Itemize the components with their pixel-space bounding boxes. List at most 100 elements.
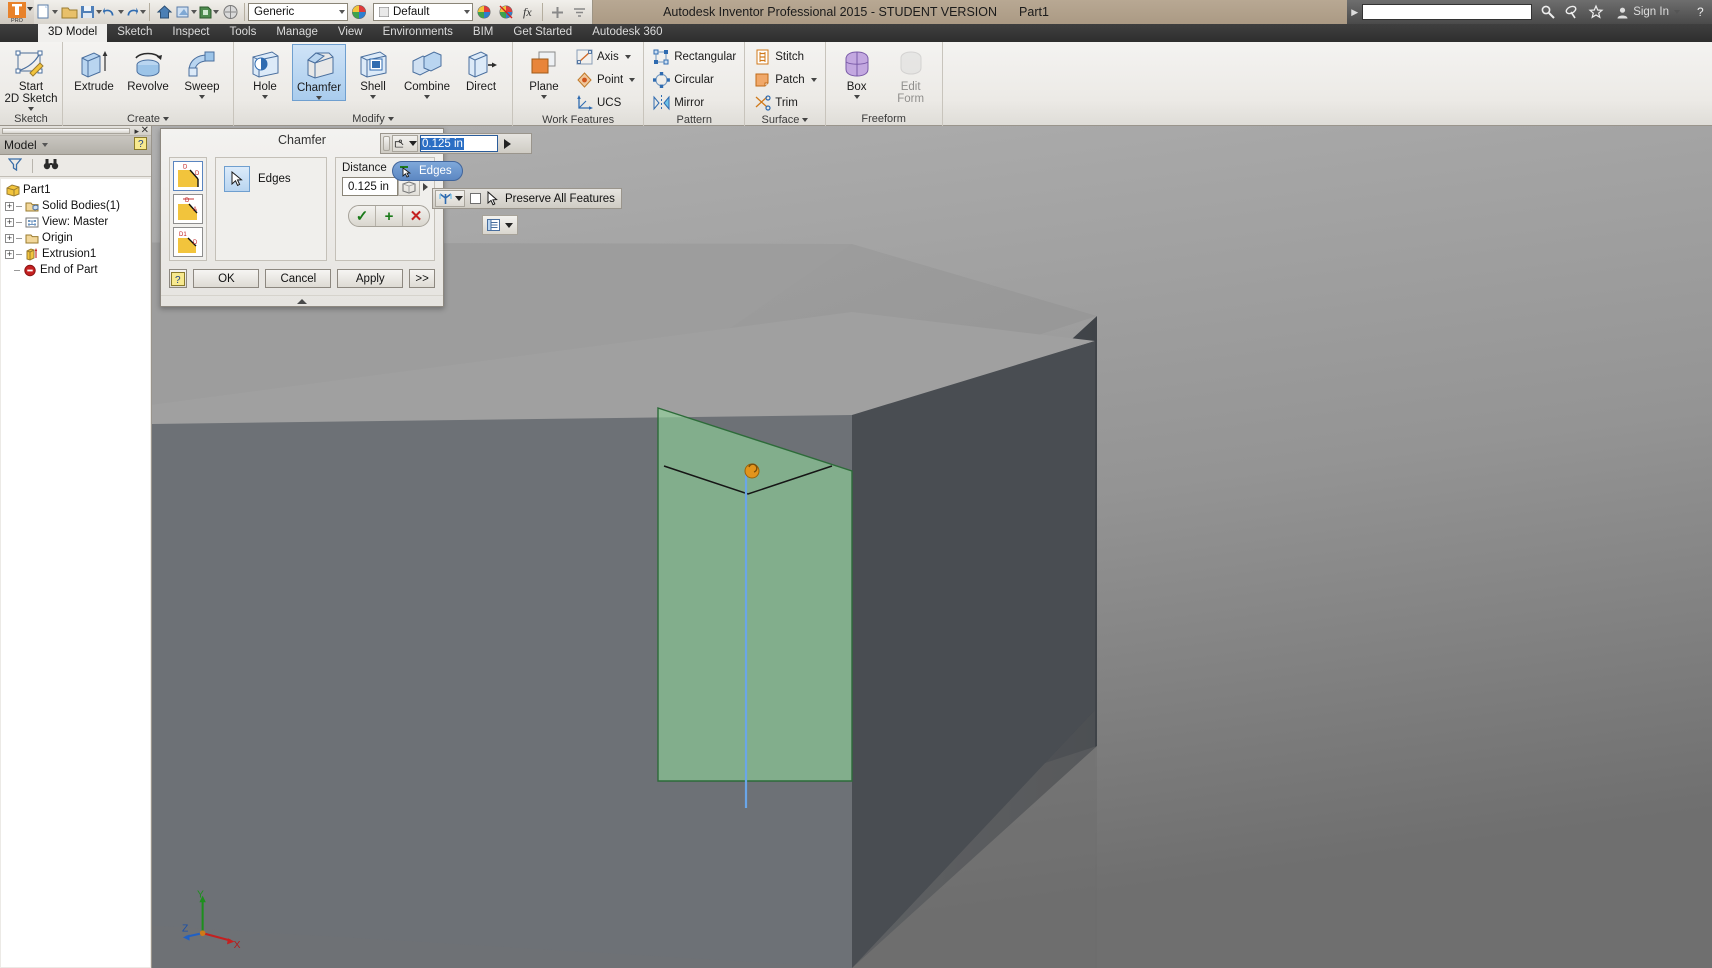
scroll-right-icon[interactable]: ▸ — [134, 126, 139, 136]
ribbon-button-patch[interactable]: Patch — [749, 69, 820, 91]
floating-value-input-toolbar[interactable]: 0.125 in — [380, 133, 532, 154]
ribbon-button-direct[interactable]: Direct — [454, 44, 508, 93]
ribbon-tab-get-started[interactable]: Get Started — [503, 24, 582, 42]
close-icon[interactable]: ✕ — [141, 126, 149, 136]
parameters-icon[interactable]: fx — [517, 1, 539, 23]
ribbon-button-revolve[interactable]: Revolve — [121, 44, 175, 93]
chevron-down-icon[interactable] — [624, 55, 631, 59]
scrollbar-thumb[interactable] — [2, 128, 130, 134]
ribbon-button-edit-form[interactable]: Edit Form — [884, 44, 938, 105]
chevron-down-icon[interactable] — [810, 78, 817, 82]
ribbon-button-rectangular[interactable]: Rectangular — [648, 46, 740, 68]
dialog-resize-grip[interactable] — [161, 295, 443, 306]
save-icon[interactable] — [80, 1, 102, 23]
edges-select-row[interactable]: Edges — [224, 166, 318, 192]
favorites-star-icon[interactable] — [1584, 0, 1608, 24]
ribbon-tab-environments[interactable]: Environments — [373, 24, 463, 42]
chevron-down-icon[interactable] — [262, 95, 268, 100]
material-browser-icon[interactable] — [348, 1, 370, 23]
ribbon-tab-autodesk-360[interactable]: Autodesk 360 — [582, 24, 672, 42]
material-combo[interactable]: Generic — [248, 3, 348, 21]
ribbon-button-sweep[interactable]: Sweep — [175, 44, 229, 100]
floating-distance-input[interactable]: 0.125 in — [420, 135, 498, 152]
ribbon-tab-3d-model[interactable]: 3D Model — [38, 24, 108, 42]
chevron-down-icon[interactable] — [629, 78, 636, 82]
customize-qat-add-icon[interactable] — [546, 1, 568, 23]
ribbon-button-hole[interactable]: Hole — [238, 44, 292, 100]
home-icon[interactable] — [153, 1, 175, 23]
tree-item-extrusion1[interactable]: + Extrusion1 — [5, 246, 150, 262]
inline-cancel-button[interactable]: ✕ — [403, 206, 429, 226]
update-icon[interactable] — [197, 1, 219, 23]
chevron-down-icon[interactable] — [853, 95, 860, 100]
inline-add-button[interactable]: + — [376, 206, 402, 226]
return-icon[interactable] — [175, 1, 197, 23]
chevron-down-icon[interactable] — [163, 116, 170, 121]
inline-accept-button[interactable]: ✓ — [349, 206, 375, 226]
help-button[interactable]: ? — [169, 269, 188, 288]
toolbar-drag-handle[interactable] — [383, 136, 390, 151]
chevron-down-icon[interactable] — [802, 118, 809, 122]
chevron-down-icon[interactable] — [199, 95, 205, 100]
help-icon[interactable]: ? — [1688, 0, 1712, 24]
ribbon-button-trim[interactable]: Trim — [749, 92, 820, 114]
redo-icon[interactable] — [124, 1, 146, 23]
select-filter-icon[interactable] — [219, 1, 241, 23]
chevron-down-icon[interactable] — [316, 96, 322, 101]
preserve-all-features-checkbox[interactable] — [470, 193, 481, 204]
tree-expand-toggle[interactable]: + — [5, 233, 14, 243]
ribbon-button-ucs[interactable]: UCS — [571, 92, 639, 114]
binoculars-icon[interactable] — [43, 157, 59, 174]
ribbon-button-mirror[interactable]: Mirror — [648, 92, 740, 114]
chamfer-type-distance-angle[interactable]: D A — [173, 194, 203, 224]
undo-icon[interactable] — [102, 1, 124, 23]
chamfer-type-distance[interactable]: D D — [173, 161, 203, 191]
tree-item-origin[interactable]: + Origin — [5, 230, 150, 246]
help-icon[interactable]: ? — [134, 137, 147, 153]
edge-options-button[interactable] — [482, 215, 518, 235]
edge-chain-button[interactable] — [435, 190, 465, 207]
browser-title-dropdown[interactable]: Model — [4, 138, 48, 152]
communication-center-icon[interactable] — [1560, 0, 1584, 24]
distance-input[interactable]: 0.125 in — [342, 177, 398, 196]
sign-in-button[interactable]: Sign In — [1608, 6, 1688, 19]
edges-select-button[interactable] — [224, 166, 250, 192]
tree-item-solid-bodies-1-[interactable]: + Solid Bodies(1) — [5, 198, 150, 214]
chevron-down-icon[interactable] — [387, 116, 394, 121]
ribbon-button-extrude[interactable]: Extrude — [67, 44, 121, 93]
tree-item-view-master[interactable]: + View: Master — [5, 214, 150, 230]
ribbon-button-shell[interactable]: Shell — [346, 44, 400, 100]
browser-horizontal-scrollbar[interactable]: ▸ ✕ — [0, 126, 151, 136]
more-options-button[interactable]: >> — [409, 269, 435, 288]
ribbon-button-chamfer[interactable]: Chamfer — [292, 44, 346, 102]
dimension-mode-button[interactable] — [392, 135, 418, 152]
open-icon[interactable] — [58, 1, 80, 23]
tree-item-end-of-part[interactable]: End of Part — [5, 262, 150, 278]
chevron-down-icon[interactable] — [370, 95, 376, 100]
ribbon-tab-view[interactable]: View — [328, 24, 373, 42]
ribbon-tab-manage[interactable]: Manage — [266, 24, 328, 42]
ribbon-button-plane[interactable]: Plane — [517, 44, 571, 100]
cancel-button[interactable]: Cancel — [265, 269, 332, 288]
appearance-browser-icon[interactable] — [473, 1, 495, 23]
ribbon-button-point[interactable]: Point — [571, 69, 639, 91]
ribbon-tab-bim[interactable]: BIM — [463, 24, 503, 42]
ribbon-tab-sketch[interactable]: Sketch — [107, 24, 162, 42]
ribbon-button-stitch[interactable]: Stitch — [749, 46, 820, 68]
ribbon-button-start-2d-sketch[interactable]: Start 2D Sketch — [4, 44, 58, 112]
tree-expand-toggle[interactable]: + — [5, 201, 14, 211]
filter-icon[interactable] — [7, 157, 23, 174]
tree-expand-toggle[interactable]: + — [5, 217, 14, 227]
tree-expand-toggle[interactable]: + — [5, 249, 14, 259]
ribbon-button-box[interactable]: Box — [830, 44, 884, 100]
tree-item-part1[interactable]: Part1 — [5, 182, 150, 198]
chevron-right-icon[interactable] — [423, 182, 428, 191]
customize-qat-menu-icon[interactable] — [568, 1, 590, 23]
chamfer-type-two-distances[interactable]: D1 D — [173, 227, 203, 257]
new-icon[interactable] — [36, 1, 58, 23]
search-expander-icon[interactable]: ▶ — [1351, 7, 1358, 18]
chevron-down-icon[interactable] — [424, 95, 430, 100]
ok-button[interactable]: OK — [193, 269, 260, 288]
ribbon-button-combine[interactable]: Combine — [400, 44, 454, 100]
ribbon-tab-inspect[interactable]: Inspect — [162, 24, 219, 42]
